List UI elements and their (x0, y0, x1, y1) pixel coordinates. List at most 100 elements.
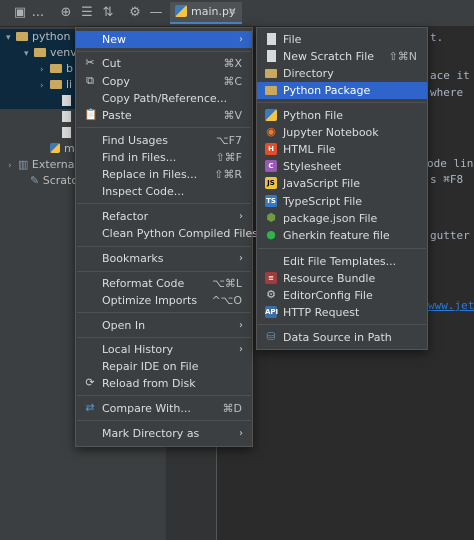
menu-separator (77, 312, 251, 313)
menu-item-label: New (102, 33, 126, 46)
menu-item-label: Bookmarks (102, 252, 164, 265)
context-menu: New › ✂ Cut ⌘X ⧉ Copy ⌘C Copy Path/Reference... 📋… (75, 27, 258, 447)
css-file-icon: C (265, 160, 277, 172)
menu-item-bookmarks[interactable]: Bookmarks › (76, 250, 252, 267)
new-item-python-package[interactable]: Python Package (257, 82, 427, 99)
menu-item-copy[interactable]: ⧉ Copy ⌘C (76, 73, 252, 90)
menu-item-label: Find in Files... (102, 151, 177, 164)
menu-item-label: Optimize Imports (102, 294, 198, 307)
menu-shortcut: ⌘X (223, 57, 242, 70)
menu-separator (77, 246, 251, 247)
folder-icon (50, 64, 62, 73)
new-item-http-request[interactable]: API HTTP Request (257, 304, 427, 321)
editor-link[interactable]: www.jetbr (428, 299, 474, 312)
new-item-python-file[interactable]: Python File (257, 107, 427, 124)
menu-item-label: Jupyter Notebook (283, 126, 379, 139)
menu-separator (77, 203, 251, 204)
menu-item-compare-with[interactable]: ⇄ Compare With... ⌘D (76, 400, 252, 417)
tree-toggle-icon[interactable]: › (40, 62, 50, 78)
html-file-icon: H (265, 143, 277, 155)
chevron-right-icon: › (239, 320, 243, 331)
hide-panel-icon[interactable]: — (148, 5, 164, 21)
menu-item-local-history[interactable]: Local History › (76, 341, 252, 358)
expand-all-icon[interactable]: ☰ (79, 5, 95, 21)
menu-item-cut[interactable]: ✂ Cut ⌘X (76, 55, 252, 72)
tree-toggle-icon[interactable]: ▾ (24, 46, 34, 62)
tree-toggle-icon[interactable]: › (8, 158, 18, 174)
menu-item-label: Repair IDE on File (102, 360, 199, 373)
menu-item-copy-path-reference[interactable]: Copy Path/Reference... (76, 90, 252, 107)
tree-toggle-icon[interactable]: ▾ (6, 30, 16, 46)
menu-item-label: HTML File (283, 143, 336, 156)
new-item-editorconfig-file[interactable]: ⚙ EditorConfig File (257, 287, 427, 304)
new-item-resource-bundle[interactable]: ≡ Resource Bundle (257, 270, 427, 287)
menu-item-repair-ide-on-file[interactable]: Repair IDE on File (76, 358, 252, 375)
menu-separator (258, 102, 426, 103)
menu-item-mark-directory-as[interactable]: Mark Directory as › (76, 425, 252, 442)
folder-icon (50, 80, 62, 89)
file-icon (62, 95, 71, 106)
menu-item-label: Gherkin feature file (283, 229, 390, 242)
new-item-html-file[interactable]: H HTML File (257, 141, 427, 158)
menu-separator (77, 127, 251, 128)
tab-main-py[interactable]: main.py × (170, 2, 242, 24)
new-item-edit-file-templates[interactable]: Edit File Templates... (257, 253, 427, 270)
menu-item-find-usages[interactable]: Find Usages ⌥F7 (76, 132, 252, 149)
new-item-typescript-file[interactable]: TS TypeScript File (257, 193, 427, 210)
top-toolbar: ▣ ... ⊕ ☰ ⇅ ⚙ — main.py × (0, 0, 474, 27)
python-file-icon (265, 109, 277, 121)
menu-separator (77, 337, 251, 338)
menu-item-reload-from-disk[interactable]: ⟳ Reload from Disk (76, 375, 252, 392)
new-item-directory[interactable]: Directory (257, 65, 427, 82)
folder-icon (34, 48, 46, 57)
library-icon: ▥ (18, 158, 32, 171)
menu-item-open-in[interactable]: Open In › (76, 317, 252, 334)
new-item-stylesheet[interactable]: C Stylesheet (257, 158, 427, 175)
menu-item-find-in-files[interactable]: Find in Files... ⇧⌘F (76, 149, 252, 166)
new-item-jupyter-notebook[interactable]: ◉ Jupyter Notebook (257, 124, 427, 141)
menu-item-label: Inspect Code... (102, 185, 185, 198)
menu-item-label: Python File (283, 109, 344, 122)
project-view-icon[interactable]: ▣ (12, 5, 28, 21)
menu-item-optimize-imports[interactable]: Optimize Imports ^⌥O (76, 292, 252, 309)
menu-shortcut: ⌘V (223, 109, 242, 122)
jupyter-icon: ◉ (266, 125, 276, 138)
menu-item-label: Directory (283, 67, 334, 80)
new-submenu: File New Scratch File ⇧⌘N Directory Python P… (256, 27, 428, 350)
gear-icon[interactable]: ⚙ (127, 5, 143, 21)
menu-item-reformat-code[interactable]: Reformat Code ⌥⌘L (76, 275, 252, 292)
file-icon (62, 111, 71, 122)
menu-separator (77, 420, 251, 421)
menu-item-label: Refactor (102, 210, 149, 223)
database-icon: ⛁ (266, 330, 276, 343)
new-item-package-json-file[interactable]: ⬢ package.json File (257, 210, 427, 227)
menu-icon-compare-with: ⇄ (85, 401, 95, 414)
menu-item-label: EditorConfig File (283, 289, 373, 302)
menu-item-label: Local History (102, 343, 174, 356)
new-item-new-scratch-file[interactable]: New Scratch File ⇧⌘N (257, 48, 427, 65)
menu-item-paste[interactable]: 📋 Paste ⌘V (76, 107, 252, 124)
new-item-gherkin-feature-file[interactable]: ● Gherkin feature file (257, 227, 427, 244)
menu-item-replace-in-files[interactable]: Replace in Files... ⇧⌘R (76, 166, 252, 183)
new-item-javascript-file[interactable]: JS JavaScript File (257, 175, 427, 192)
close-icon[interactable]: × (228, 4, 237, 17)
tree-toggle-icon[interactable]: › (40, 78, 50, 94)
menu-item-inspect-code[interactable]: Inspect Code... (76, 183, 252, 200)
new-item-data-source-in-path[interactable]: ⛁ Data Source in Path (257, 329, 427, 346)
collapse-all-icon[interactable]: ⇅ (100, 5, 116, 21)
menu-item-refactor[interactable]: Refactor › (76, 208, 252, 225)
menu-item-label: Data Source in Path (283, 331, 392, 344)
locate-target-icon[interactable]: ⊕ (58, 5, 74, 21)
menu-item-new[interactable]: New › (76, 31, 252, 48)
menu-shortcut: ^⌥O (211, 294, 242, 307)
tree-item-label: python (32, 30, 71, 43)
code-line: ace it (430, 69, 470, 82)
menu-item-label: Python Package (283, 84, 371, 97)
new-item-file[interactable]: File (257, 31, 427, 48)
menu-separator (77, 51, 251, 52)
menu-item-label: HTTP Request (283, 306, 360, 319)
menu-item-label: Edit File Templates... (283, 255, 397, 268)
menu-item-clean-python-compiled-files[interactable]: Clean Python Compiled Files (76, 225, 258, 242)
menu-item-label: Copy (102, 75, 130, 88)
project-view-dropdown[interactable]: ... (30, 5, 46, 21)
